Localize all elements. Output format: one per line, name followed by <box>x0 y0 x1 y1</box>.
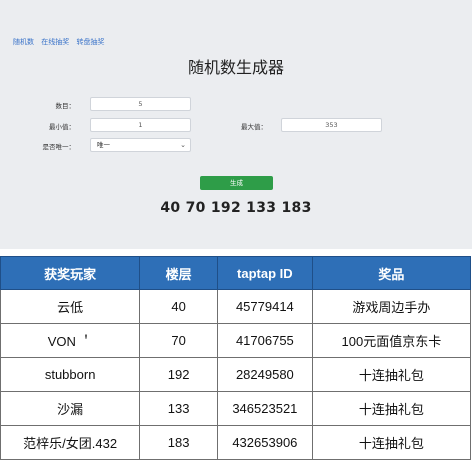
cell-floor: 133 <box>139 391 218 426</box>
nav-link-random[interactable]: 随机数 <box>13 38 34 46</box>
cell-prize: 100元面值京东卡 <box>311 323 472 358</box>
count-label: 数目： <box>55 102 76 110</box>
cell-prize: 十连抽礼包 <box>311 357 472 392</box>
page-title: 随机数生成器 <box>187 58 284 77</box>
nav-link-wheel[interactable]: 转盘抽奖 <box>76 38 104 46</box>
top-nav: 随机数 在线抽奖 转盘抽奖 <box>13 37 109 47</box>
table-row: stubborn 192 28249580 十连抽礼包 <box>0 357 472 392</box>
cell-player: stubborn <box>0 357 141 392</box>
unique-select[interactable]: 唯一 ⌄ <box>90 138 191 152</box>
max-input[interactable]: 353 <box>281 118 382 132</box>
cell-taptap-id: 346523521 <box>216 391 313 426</box>
cell-prize: 十连抽礼包 <box>311 391 472 426</box>
unique-select-value: 唯一 <box>97 141 110 149</box>
cell-floor: 183 <box>139 425 218 460</box>
cell-floor: 70 <box>139 323 218 358</box>
cell-floor: 192 <box>139 357 218 392</box>
max-label: 最大值： <box>241 123 267 131</box>
header-taptap-id: taptap ID <box>216 256 313 290</box>
cell-player: 范梓乐/女团.432 <box>0 425 141 460</box>
generate-button[interactable]: 生成 <box>200 176 273 190</box>
header-floor: 楼层 <box>139 256 218 290</box>
cell-taptap-id: 45779414 <box>216 289 313 324</box>
cell-taptap-id: 432653906 <box>216 425 313 460</box>
cell-floor: 40 <box>139 289 218 324</box>
table-row: 范梓乐/女团.432 183 432653906 十连抽礼包 <box>0 425 472 460</box>
random-number-app: 随机数 在线抽奖 转盘抽奖 随机数生成器 数目： 5 最小值： 1 最大值： 3… <box>0 0 472 249</box>
chevron-down-icon: ⌄ <box>180 141 186 149</box>
winners-table: 获奖玩家 楼层 taptap ID 奖品 云低 40 45779414 游戏周边… <box>0 256 472 460</box>
header-player: 获奖玩家 <box>0 256 141 290</box>
table-row: 云低 40 45779414 游戏周边手办 <box>0 289 472 324</box>
result-numbers: 40 70 192 133 183 <box>160 200 312 216</box>
cell-prize: 游戏周边手办 <box>311 289 472 324</box>
cell-prize: 十连抽礼包 <box>311 425 472 460</box>
table-row: VON ＇ 70 41706755 100元面值京东卡 <box>0 323 472 358</box>
cell-taptap-id: 41706755 <box>216 323 313 358</box>
cell-player: VON ＇ <box>0 323 141 358</box>
min-label: 最小值： <box>49 123 75 131</box>
cell-player: 沙漏 <box>0 391 141 426</box>
header-prize: 奖品 <box>311 256 472 290</box>
table-header-row: 获奖玩家 楼层 taptap ID 奖品 <box>0 256 472 290</box>
nav-link-lottery[interactable]: 在线抽奖 <box>41 38 69 46</box>
min-input[interactable]: 1 <box>90 118 191 132</box>
table-row: 沙漏 133 346523521 十连抽礼包 <box>0 391 472 426</box>
count-input[interactable]: 5 <box>90 97 191 111</box>
cell-taptap-id: 28249580 <box>216 357 313 392</box>
cell-player: 云低 <box>0 289 141 324</box>
unique-label: 是否唯一： <box>42 143 76 151</box>
